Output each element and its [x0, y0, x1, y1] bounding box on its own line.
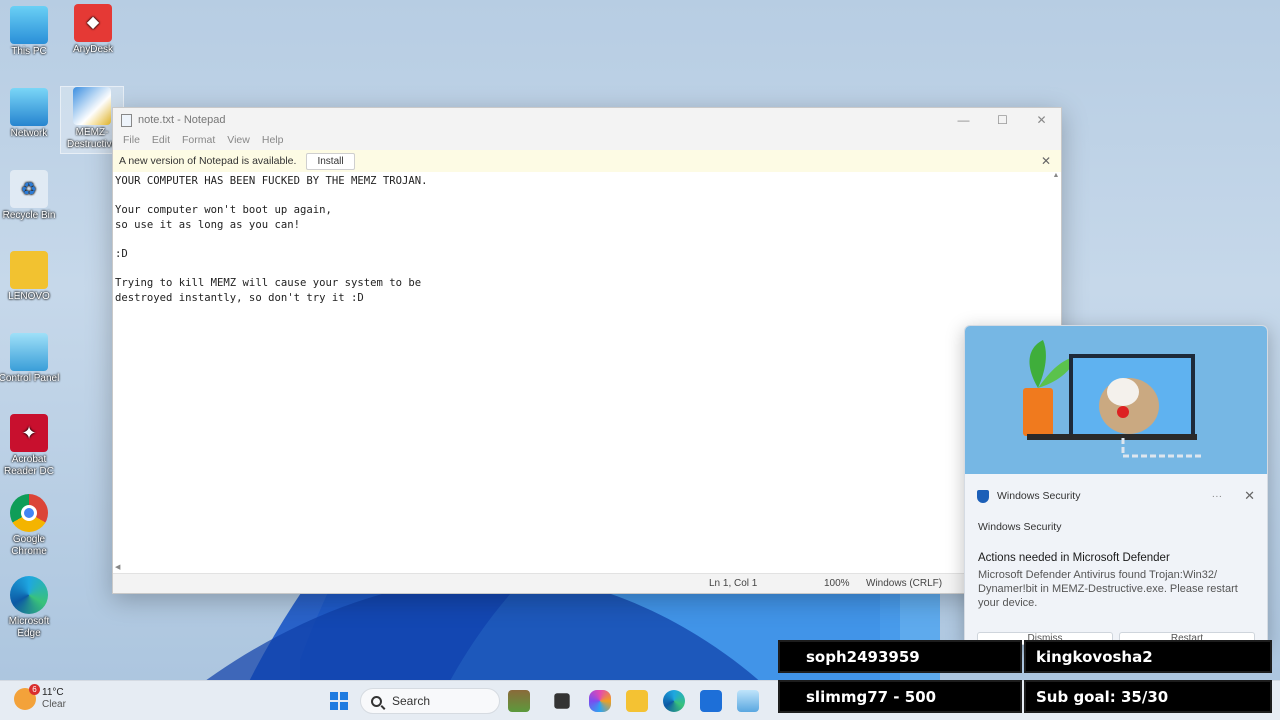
menu-file[interactable]: File: [117, 132, 146, 150]
scroll-left-icon[interactable]: ◀: [115, 563, 120, 571]
status-bar: Ln 1, Col 1 100% Windows (CRLF): [113, 573, 1061, 593]
desktop-icon-label: AnyDesk: [72, 44, 113, 55]
computer-icon: [10, 6, 48, 44]
shield-icon: [977, 489, 989, 503]
overlay-top-right: kingkovosha2: [1024, 640, 1272, 673]
desktop-icon-label: Google Chrome: [11, 534, 47, 557]
desktop-icon-label: LENOVO: [8, 291, 50, 302]
desktop-icon-chrome[interactable]: Google Chrome: [0, 494, 61, 558]
window-title: note.txt - Notepad: [138, 114, 226, 126]
folder-icon: [10, 251, 48, 289]
weather-icon: 6: [14, 684, 40, 710]
menu-bar: File Edit Format View Help: [113, 132, 1061, 150]
maximize-button[interactable]: ☐: [983, 113, 1022, 127]
text-editor[interactable]: YOUR COMPUTER HAS BEEN FUCKED BY THE MEM…: [115, 174, 1045, 564]
close-banner-icon[interactable]: ✕: [1041, 154, 1051, 168]
weather-condition: Clear: [42, 699, 66, 710]
desktop-icon-control-panel[interactable]: Control Panel: [0, 333, 61, 385]
desktop-icon-label: Acrobat Reader DC: [3, 454, 55, 477]
overlay-bottom-left: slimmg77 - 500: [778, 680, 1022, 713]
search-box[interactable]: Search: [360, 688, 500, 714]
minimize-button[interactable]: —: [944, 113, 983, 127]
menu-format[interactable]: Format: [176, 132, 221, 150]
file-explorer-icon[interactable]: [626, 690, 648, 712]
overlay-text: kingkovosha2: [1036, 647, 1153, 666]
desktop-icon-recycle-bin[interactable]: ♻ Recycle Bin: [0, 170, 61, 222]
update-banner: A new version of Notepad is available. I…: [113, 150, 1061, 172]
defender-illustration: [965, 326, 1267, 474]
desktop-icon-label: This PC: [11, 46, 47, 57]
notepad-taskbar-icon[interactable]: [737, 690, 759, 712]
desktop-icon-label: Network: [10, 128, 48, 139]
overlay-text: Sub goal: 35/30: [1036, 687, 1169, 706]
cursor-position: Ln 1, Col 1: [709, 578, 758, 589]
notepad-icon: [121, 113, 132, 127]
start-button[interactable]: [328, 690, 350, 712]
weather-widget[interactable]: 6 11°C Clear: [14, 684, 66, 711]
desktop-icon-this-pc[interactable]: This PC: [0, 6, 61, 58]
desktop-icon-acrobat[interactable]: ✦ Acrobat Reader DC: [0, 414, 61, 478]
edge-taskbar-icon[interactable]: [663, 690, 685, 712]
copilot-icon[interactable]: [589, 690, 611, 712]
store-icon[interactable]: [700, 690, 722, 712]
close-button[interactable]: ✕: [1022, 113, 1061, 127]
update-banner-text: A new version of Notepad is available.: [119, 155, 297, 167]
menu-edit[interactable]: Edit: [146, 132, 176, 150]
anydesk-icon: ◆: [74, 4, 112, 42]
control-panel-icon: [10, 333, 48, 371]
notepad-title-bar[interactable]: note.txt - Notepad — ☐ ✕: [113, 108, 1061, 132]
overlay-bottom-right: Sub goal: 35/30: [1024, 680, 1272, 713]
zoom-level: 100%: [824, 578, 850, 589]
desktop-icon-lenovo[interactable]: LENOVO: [0, 251, 61, 303]
more-options-icon[interactable]: ···: [1212, 490, 1223, 502]
toast-source: Windows Security: [978, 521, 1062, 533]
toast-app-name: Windows Security: [997, 490, 1081, 502]
temperature: 11°C: [42, 687, 64, 698]
overlay-top-left: soph2493959: [778, 640, 1022, 673]
desktop-icon-network[interactable]: Network: [0, 88, 61, 140]
search-label: Search: [392, 694, 431, 708]
chrome-icon: [10, 494, 48, 532]
installer-icon: [73, 87, 111, 125]
desktop-icon-label: Control Panel: [0, 373, 60, 384]
toast-header: Windows Security ··· ✕: [977, 488, 1255, 504]
toast-title: Actions needed in Microsoft Defender: [978, 552, 1170, 564]
network-icon: [10, 88, 48, 126]
notepad-window[interactable]: note.txt - Notepad — ☐ ✕ File Edit Forma…: [112, 107, 1062, 594]
desktop-icon-label: Recycle Bin: [2, 210, 56, 221]
edge-icon: [10, 576, 48, 614]
acrobat-icon: ✦: [10, 414, 48, 452]
task-view-icon[interactable]: [554, 693, 570, 709]
menu-help[interactable]: Help: [256, 132, 290, 150]
desktop-icon-anydesk[interactable]: ◆ AnyDesk: [61, 4, 125, 56]
security-notification[interactable]: Windows Security ··· ✕ Windows Security …: [964, 325, 1268, 645]
scroll-up-icon[interactable]: ▲: [1051, 172, 1061, 179]
search-icon: [371, 695, 382, 707]
install-button[interactable]: Install: [306, 152, 355, 170]
line-ending: Windows (CRLF): [866, 578, 943, 589]
desktop-icon-label: Microsoft Edge: [8, 616, 50, 639]
overlay-text: soph2493959: [806, 647, 920, 666]
notification-badge: 6: [29, 684, 40, 695]
toast-body: Microsoft Defender Antivirus found Troja…: [978, 569, 1238, 609]
minecraft-icon[interactable]: [508, 690, 530, 712]
desktop-icon-edge[interactable]: Microsoft Edge: [0, 576, 61, 640]
menu-view[interactable]: View: [221, 132, 256, 150]
close-icon[interactable]: ✕: [1244, 488, 1255, 504]
recycle-bin-icon: ♻: [10, 170, 48, 208]
overlay-text: slimmg77 - 500: [806, 687, 937, 706]
